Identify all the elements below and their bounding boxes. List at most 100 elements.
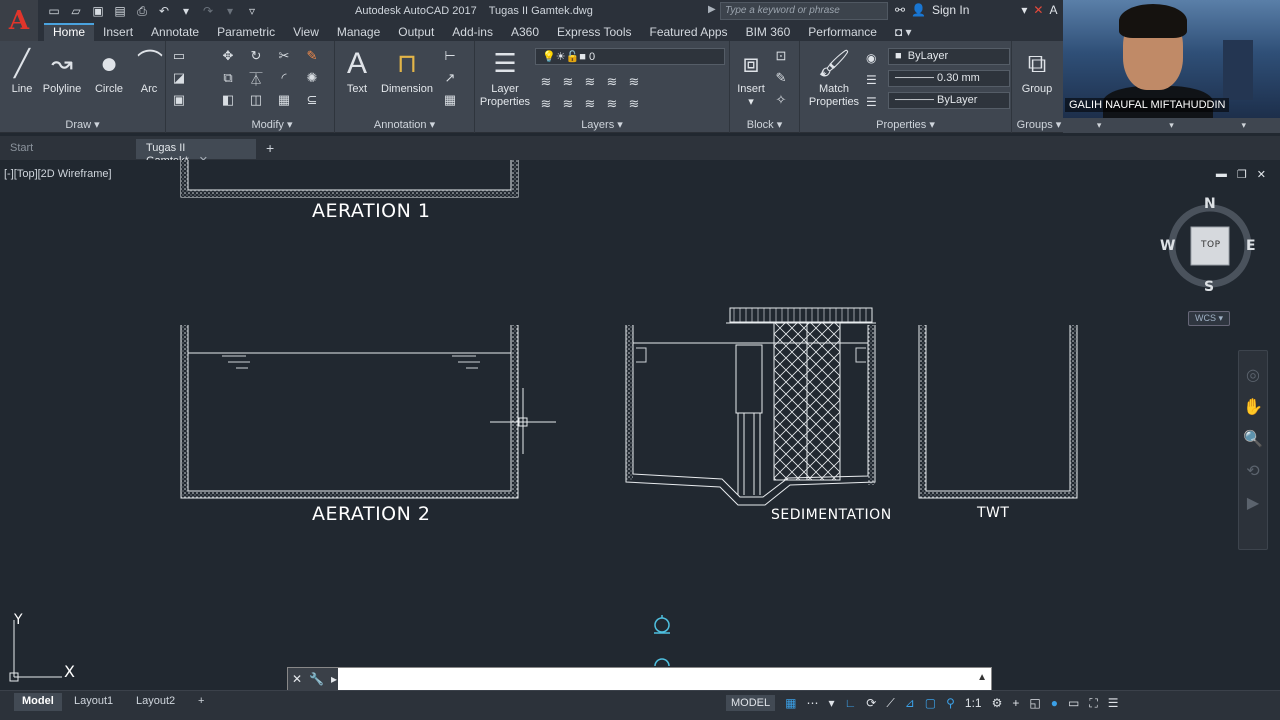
orbit-icon[interactable]: ⟲ (1239, 461, 1267, 481)
compass-north[interactable]: N (1204, 196, 1216, 212)
properties-panel-title[interactable]: Properties ▾ (800, 118, 1011, 131)
tab-insert[interactable]: Insert (94, 23, 142, 41)
ribbon-options-icon[interactable]: ◘ ▾ (886, 23, 921, 41)
rectangle-icon[interactable]: ▭ (168, 45, 190, 67)
polyline-button[interactable]: ↝ Polyline (40, 47, 84, 96)
snap-icon[interactable]: ⋯ (806, 696, 818, 710)
tab-a360[interactable]: A360 (502, 23, 548, 41)
ortho-icon[interactable]: ∟ (845, 696, 857, 710)
annotation-monitor-icon[interactable]: + (1012, 696, 1019, 710)
color-dropdown[interactable]: ■ ByLayer (888, 48, 1010, 65)
isolate-objects-icon[interactable]: ● (1051, 696, 1058, 710)
layer-on-icon[interactable]: ≋ (535, 93, 557, 115)
layer-properties-button[interactable]: ☰ Layer Properties (477, 47, 533, 109)
binoculars-icon[interactable]: ⚯ (895, 3, 905, 17)
block-attribute-icon[interactable]: ✧ (770, 89, 792, 111)
layer-off-icon[interactable]: ≋ (535, 71, 557, 93)
osnap-icon[interactable]: ⊿ (905, 696, 915, 710)
match-properties-button[interactable]: 🖌 Match Properties (804, 47, 864, 109)
hardware-accel-icon[interactable]: ▭ (1068, 696, 1079, 710)
pan-icon[interactable]: ✋ (1239, 397, 1267, 417)
new-file-icon[interactable]: ▭ (46, 3, 62, 19)
array-icon[interactable]: ▦ (270, 89, 298, 111)
trim-icon[interactable]: ✂ (270, 45, 298, 67)
circle-button[interactable]: ● Circle (90, 47, 128, 96)
model-space-button[interactable]: MODEL (726, 695, 776, 711)
tab-parametric[interactable]: Parametric (208, 23, 284, 41)
arc-button[interactable]: ⌒ Arc (134, 47, 164, 96)
explode-icon[interactable]: ✺ (298, 67, 326, 89)
isodraft-icon[interactable]: ⟋ (886, 696, 894, 711)
layer-current-icon[interactable]: ≋ (623, 93, 645, 115)
group-button[interactable]: ⧉ Group (1016, 47, 1058, 96)
workspace-icon[interactable]: ⚙ (992, 696, 1003, 710)
rotate-icon[interactable]: ↻ (242, 45, 270, 67)
search-input[interactable]: Type a keyword or phrase (720, 2, 888, 20)
close-command-line-icon[interactable]: ✕ (292, 672, 302, 686)
line-button[interactable]: ╱ Line (6, 47, 38, 96)
compass-west[interactable]: W (1160, 238, 1176, 254)
tab-layout1[interactable]: Layout1 (66, 693, 121, 711)
exchange-icon[interactable]: ✕ (1033, 3, 1043, 17)
command-history-icon[interactable]: ▸ (331, 672, 337, 686)
clean-screen-icon[interactable]: ⛶ (1089, 696, 1097, 711)
autodesk-app-icon[interactable]: A (1049, 3, 1057, 17)
sign-in-dropdown-icon[interactable]: ▾ (1021, 3, 1027, 17)
overflow-dropdown-icon-1[interactable]: ▾ (1097, 120, 1102, 131)
region-icon[interactable]: ▣ (168, 89, 190, 111)
tab-manage[interactable]: Manage (328, 23, 389, 41)
lineweight-dropdown[interactable]: ───── 0.30 mm (888, 70, 1010, 87)
overflow-dropdown-icon-3[interactable]: ▾ (1242, 120, 1247, 131)
erase-icon[interactable]: ✎ (298, 45, 326, 67)
insert-block-button[interactable]: ⧈ Insert ▾ (734, 47, 768, 109)
undo-dropdown-icon[interactable]: ▾ (178, 3, 194, 19)
leader-icon[interactable]: ↗ (439, 67, 461, 89)
layer-match-icon[interactable]: ≋ (623, 71, 645, 93)
tab-model[interactable]: Model (14, 693, 62, 711)
customization-icon[interactable]: ☰ (1108, 696, 1119, 710)
edit-block-icon[interactable]: ✎ (770, 67, 792, 89)
linetype-dropdown[interactable]: ───── ByLayer (888, 92, 1010, 109)
move-icon[interactable]: ✥ (214, 45, 242, 67)
tab-bim360[interactable]: BIM 360 (737, 23, 800, 41)
customize-icon[interactable]: 🔧 (309, 672, 324, 686)
tab-express-tools[interactable]: Express Tools (548, 23, 640, 41)
customize-qat-icon[interactable]: ▿ (244, 3, 260, 19)
block-panel-title[interactable]: Block ▾ (730, 118, 799, 131)
snap-dropdown-icon[interactable]: ▾ (828, 696, 834, 710)
tab-home[interactable]: Home (44, 23, 95, 41)
undo-icon[interactable]: ↶ (156, 3, 172, 19)
tab-featured-apps[interactable]: Featured Apps (641, 23, 737, 41)
new-tab-button[interactable]: + (266, 140, 274, 156)
annotation-panel-title[interactable]: Annotation ▾ (335, 118, 474, 131)
grid-icon[interactable]: ▦ (785, 696, 796, 710)
linear-dim-icon[interactable]: ⊢ (439, 45, 461, 67)
add-layout-button[interactable]: + (190, 693, 212, 711)
annotation-visibility-icon[interactable]: ⚲ (946, 696, 955, 710)
groups-panel-title[interactable]: Groups ▾ (1012, 118, 1066, 131)
tab-add-ins[interactable]: Add-ins (443, 23, 502, 41)
user-icon[interactable]: 👤 (911, 3, 926, 17)
annotation-scale[interactable]: 1:1 (965, 696, 982, 710)
plot-icon[interactable]: ⎙ (134, 3, 150, 19)
mirror-icon[interactable]: ⏄ (242, 67, 270, 89)
units-icon[interactable]: ◱ (1029, 696, 1040, 710)
polar-icon[interactable]: ⟳ (866, 696, 876, 710)
tab-output[interactable]: Output (389, 23, 443, 41)
layer-thaw-icon[interactable]: ≋ (579, 93, 601, 115)
otrack-icon[interactable]: ▢ (925, 696, 936, 710)
tab-current-drawing[interactable]: Tugas II Gamtek*✕ (136, 139, 256, 167)
drawing-viewport[interactable]: [-][Top][2D Wireframe] ▬ ❐ ✕ AERATION 1 … (0, 160, 1280, 690)
steering-wheel-icon[interactable]: ◎ (1239, 365, 1267, 385)
tab-view[interactable]: View (284, 23, 328, 41)
sign-in-button[interactable]: Sign In (932, 3, 969, 17)
layers-panel-title[interactable]: Layers ▾ (475, 118, 729, 131)
compass-south[interactable]: S (1204, 279, 1215, 295)
tab-layout2[interactable]: Layout2 (128, 693, 183, 711)
scale-icon[interactable]: ◫ (242, 89, 270, 111)
fillet-icon[interactable]: ◜ (270, 67, 298, 89)
hatch-icon[interactable]: ◪ (168, 67, 190, 89)
save-icon[interactable]: ▣ (90, 3, 106, 19)
copy-icon[interactable]: ⧉ (214, 67, 242, 89)
overflow-dropdown-icon-2[interactable]: ▾ (1169, 120, 1174, 131)
